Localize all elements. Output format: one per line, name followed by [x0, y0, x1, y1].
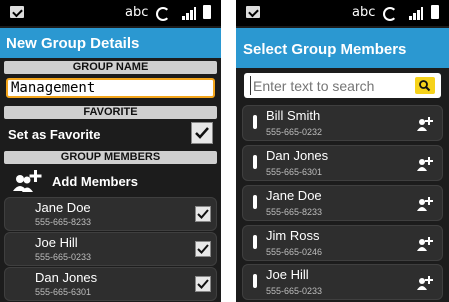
- group-members-header: GROUP MEMBERS: [4, 151, 217, 164]
- checkmark-icon: [195, 127, 209, 139]
- contact-row[interactable]: Jane Doe 555-665-8233: [242, 185, 443, 221]
- group-name-input[interactable]: [6, 78, 215, 98]
- add-contact-icon[interactable]: [416, 235, 434, 251]
- member-name: Jane Doe: [35, 200, 91, 215]
- page-title: Select Group Members: [236, 28, 449, 68]
- notification-icon: [10, 6, 24, 18]
- add-contact-icon[interactable]: [416, 155, 434, 171]
- contact-row[interactable]: Joe Hill 555-665-0233: [242, 264, 443, 300]
- member-checkbox-icon[interactable]: [195, 206, 211, 222]
- member-phone: 555-665-6301: [35, 287, 92, 297]
- contact-phone: 555-665-8233: [266, 207, 323, 217]
- member-checkbox-icon[interactable]: [195, 276, 211, 292]
- add-contact-icon[interactable]: [416, 274, 434, 290]
- page-title: New Group Details: [0, 28, 221, 58]
- search-button[interactable]: [415, 77, 435, 94]
- group-name-header: GROUP NAME: [4, 61, 217, 74]
- contact-indicator: [253, 115, 257, 129]
- member-row[interactable]: Joe Hill 555-665-0233: [4, 232, 217, 266]
- signal-icon: [182, 6, 196, 20]
- add-members-label: Add Members: [52, 174, 138, 189]
- contact-indicator: [253, 235, 257, 249]
- contact-name: Dan Jones: [266, 148, 329, 163]
- favorite-header: FAVORITE: [4, 106, 217, 119]
- search-input[interactable]: [250, 76, 407, 95]
- contact-name: Jane Doe: [266, 188, 322, 203]
- contact-name: Bill Smith: [266, 108, 321, 123]
- add-members-button[interactable]: [12, 168, 46, 194]
- member-name: Dan Jones: [35, 270, 98, 285]
- favorite-label: Set as Favorite: [8, 127, 101, 142]
- network-4g-icon: [156, 6, 174, 21]
- contact-indicator: [253, 195, 257, 209]
- member-checkbox-icon[interactable]: [195, 241, 211, 257]
- member-phone: 555-665-8233: [35, 217, 92, 227]
- network-4g-icon: [383, 6, 401, 21]
- status-bar: abc: [236, 0, 449, 26]
- signal-icon: [409, 6, 423, 20]
- carrier-text: abc: [352, 5, 376, 20]
- contact-name: Joe Hill: [266, 267, 309, 282]
- contact-phone: 555-665-6301: [266, 167, 323, 177]
- member-row[interactable]: Dan Jones 555-665-6301: [4, 267, 217, 301]
- status-bar: abc: [0, 0, 221, 26]
- add-contact-icon[interactable]: [416, 115, 434, 131]
- member-name: Joe Hill: [35, 235, 78, 250]
- contact-row[interactable]: Dan Jones 555-665-6301: [242, 145, 443, 181]
- select-group-members-screen: abc Select Group Members Bill Smith 555-…: [236, 0, 449, 302]
- new-group-details-screen: abc New Group Details GROUP NAME FAVORIT…: [0, 0, 221, 302]
- contact-indicator: [253, 274, 257, 288]
- contact-phone: 555-665-0246: [266, 247, 323, 257]
- contact-phone: 555-665-0232: [266, 127, 323, 137]
- member-phone: 555-665-0233: [35, 252, 92, 262]
- add-contact-icon[interactable]: [416, 195, 434, 211]
- member-row[interactable]: Jane Doe 555-665-8233: [4, 197, 217, 231]
- contact-indicator: [253, 155, 257, 169]
- battery-icon: [203, 5, 211, 19]
- carrier-text: abc: [125, 5, 149, 20]
- contact-name: Jim Ross: [266, 228, 320, 243]
- battery-icon: [431, 5, 439, 19]
- add-people-icon: [13, 170, 42, 192]
- favorite-checkbox[interactable]: [191, 122, 213, 144]
- search-bar: [244, 73, 441, 98]
- contact-row[interactable]: Bill Smith 555-665-0232: [242, 105, 443, 141]
- notification-icon: [246, 6, 260, 18]
- search-icon: [419, 80, 431, 92]
- contact-phone: 555-665-0233: [266, 286, 323, 296]
- contact-row[interactable]: Jim Ross 555-665-0246: [242, 225, 443, 261]
